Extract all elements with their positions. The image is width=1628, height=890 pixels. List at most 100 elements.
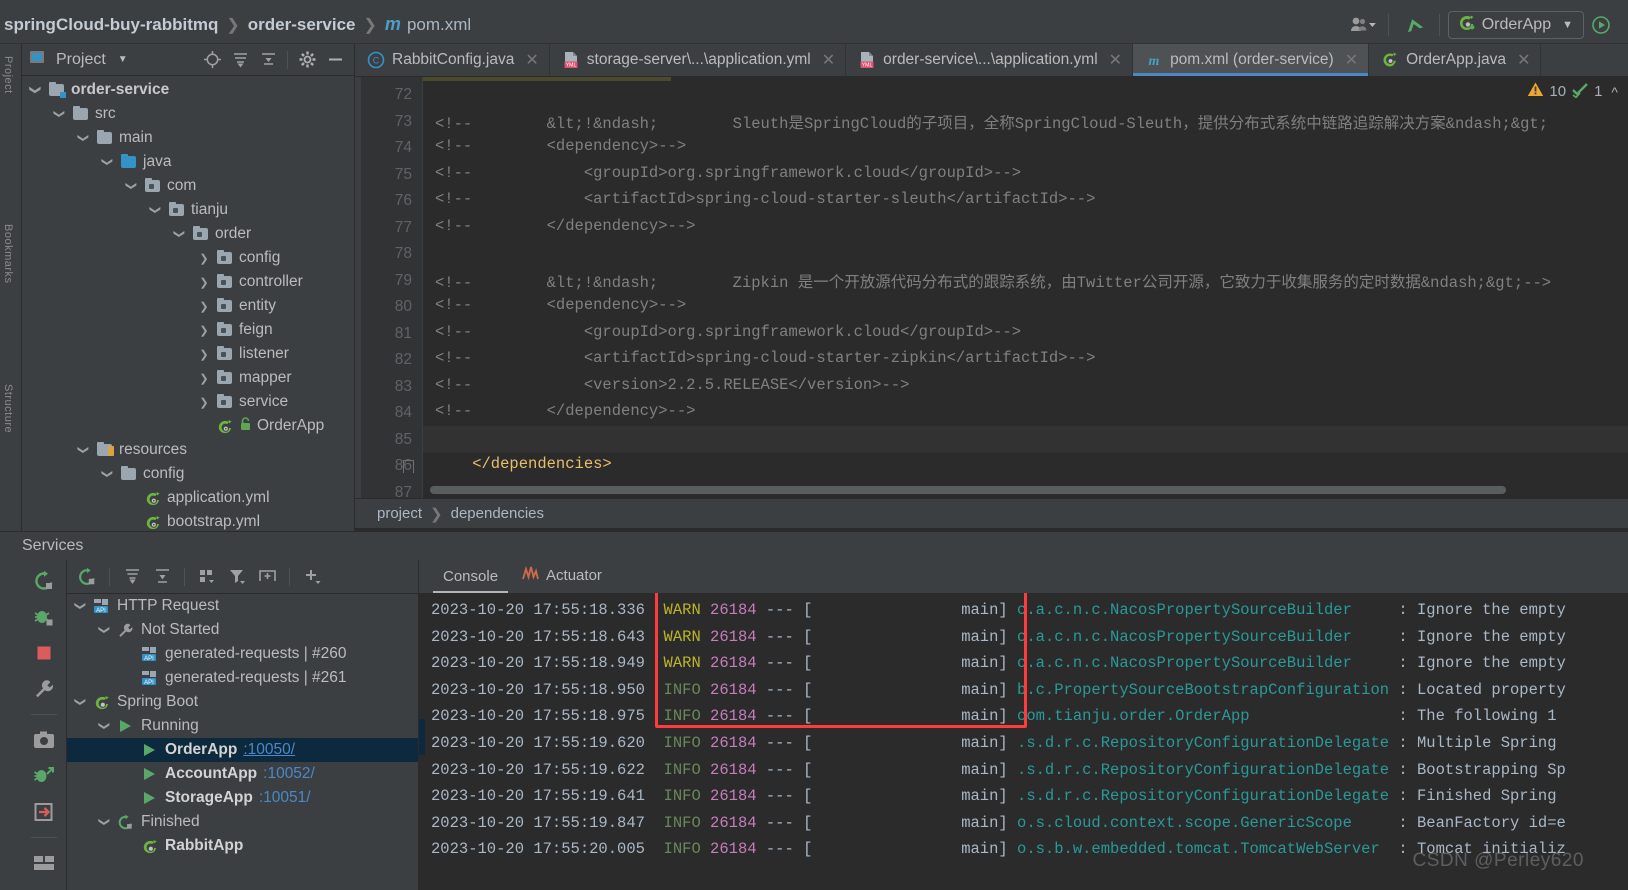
add-icon[interactable]	[298, 564, 326, 590]
tree-item-application-yml[interactable]: application.yml	[22, 486, 354, 510]
attach-debug-icon[interactable]	[29, 763, 59, 789]
services-tree[interactable]: ❯ API HTTP Request ❯ Not Started API generated…	[67, 594, 418, 858]
chevron-down-icon[interactable]: ❯	[97, 718, 113, 734]
tree-item-listener[interactable]: ❯ listener	[22, 342, 354, 366]
tree-item-java[interactable]: ❯ java	[22, 150, 354, 174]
code-fold-marker-icon[interactable]	[403, 460, 414, 473]
service-item-storageapp[interactable]: StorageApp:10051/	[67, 786, 418, 810]
editor-text-area[interactable]: 72 73 74 75 76 77 78 79 80 81 82 83 84 85 86 87 <!-- &l…	[355, 77, 1628, 498]
tree-item-bootstrap-yml[interactable]: bootstrap.yml	[22, 510, 354, 531]
tree-item-controller[interactable]: ❯ controller	[22, 270, 354, 294]
chevron-down-icon[interactable]: ❯	[124, 178, 140, 194]
service-port-link[interactable]: :10051/	[259, 789, 311, 807]
chevron-down-icon[interactable]: ❯	[148, 202, 164, 218]
run-button[interactable]	[1584, 11, 1618, 39]
editor-breadcrumb-item-project[interactable]: project	[377, 505, 422, 522]
run-configuration-selector[interactable]: OrderApp ▼	[1447, 10, 1584, 39]
service-item-rabbitapp[interactable]: RabbitApp	[67, 834, 418, 858]
breadcrumb-item-project[interactable]: springCloud-buy-rabbitmq	[4, 15, 218, 35]
service-item-not-started[interactable]: ❯ Not Started	[67, 618, 418, 642]
chevron-right-icon[interactable]: ❯	[196, 394, 212, 410]
camera-icon[interactable]	[29, 727, 59, 753]
editor-breadcrumb-item-dependencies[interactable]: dependencies	[451, 505, 544, 522]
console-tab-actuator[interactable]: Actuator	[512, 562, 612, 593]
chevron-down-icon[interactable]: ❯	[100, 466, 116, 482]
project-file-tree[interactable]: ❯ order-service ❯ src ❯ main ❯ java ❯ com ❯ tianju ❯…	[22, 76, 354, 531]
tree-item-order-service[interactable]: ❯ order-service	[22, 78, 354, 102]
check-update-icon[interactable]	[1397, 11, 1431, 39]
rail-label-structure[interactable]: Structure	[2, 384, 14, 433]
collapse-all-icon[interactable]	[148, 564, 176, 590]
editor-gutter[interactable]: 72 73 74 75 76 77 78 79 80 81 82 83 84 85 86 87	[355, 77, 423, 498]
rerun-icon[interactable]	[29, 568, 59, 594]
layout-icon[interactable]	[29, 850, 59, 876]
chevron-down-icon[interactable]: ❯	[28, 82, 44, 98]
tree-item-mapper[interactable]: ❯ mapper	[22, 366, 354, 390]
service-item-spring-boot[interactable]: ❯ Spring Boot	[67, 690, 418, 714]
chevron-up-icon[interactable]: ^	[1611, 84, 1618, 100]
chevron-right-icon[interactable]: ❯	[196, 346, 212, 362]
gear-icon[interactable]	[294, 47, 320, 73]
rail-label-project[interactable]: Project	[2, 56, 14, 94]
close-icon[interactable]: ✕	[1517, 50, 1530, 70]
locate-icon[interactable]	[199, 47, 225, 73]
chevron-down-icon[interactable]: ❯	[52, 106, 68, 122]
stop-icon[interactable]	[29, 640, 59, 666]
service-port-link[interactable]: :10050/	[243, 741, 295, 759]
service-item-finished[interactable]: ❯ Finished	[67, 810, 418, 834]
service-item-running[interactable]: ❯ Running	[67, 714, 418, 738]
chevron-down-icon[interactable]: ❯	[172, 226, 188, 242]
tree-item-feign[interactable]: ❯ feign	[22, 318, 354, 342]
chevron-down-icon[interactable]: ❯	[97, 622, 113, 638]
chevron-down-icon[interactable]: ❯	[76, 130, 92, 146]
editor-tab-rabbitconfig-java[interactable]: C RabbitConfig.java ✕	[355, 44, 550, 76]
add-tab-icon[interactable]	[253, 564, 281, 590]
tree-item-tianju[interactable]: ❯ tianju	[22, 198, 354, 222]
tree-item-src[interactable]: ❯ src	[22, 102, 354, 126]
chevron-right-icon[interactable]: ❯	[196, 322, 212, 338]
rail-label-bookmarks[interactable]: Bookmarks	[2, 224, 14, 284]
rerun-icon[interactable]	[73, 564, 101, 590]
service-item-accountapp[interactable]: AccountApp:10052/	[67, 762, 418, 786]
chevron-down-icon[interactable]: ▼	[118, 54, 128, 65]
close-icon[interactable]: ✕	[1109, 50, 1122, 70]
chevron-down-icon[interactable]: ▼	[1562, 19, 1573, 31]
tree-item-config[interactable]: ❯ config	[22, 462, 354, 486]
chevron-down-icon[interactable]: ❯	[97, 814, 113, 830]
tree-item-com[interactable]: ❯ com	[22, 174, 354, 198]
editor-tab-orderapp-java[interactable]: OrderApp.java ✕	[1369, 44, 1542, 76]
tree-item-resources[interactable]: ❯ resources	[22, 438, 354, 462]
editor-code[interactable]: <!-- &lt;!&ndash; Sleuth是SpringCloud的子项目…	[423, 77, 1628, 498]
tree-item-entity[interactable]: ❯ entity	[22, 294, 354, 318]
chevron-down-icon[interactable]: ❯	[73, 694, 89, 710]
group-by-icon[interactable]	[193, 564, 221, 590]
breadcrumb-item-file[interactable]: pom.xml	[407, 15, 471, 35]
console-tab-console[interactable]: Console	[433, 564, 508, 593]
editor-horizontal-scrollbar[interactable]	[430, 486, 1506, 494]
editor-tab-order-service-application-yml[interactable]: YML order-service\...\application.yml ✕	[846, 44, 1134, 76]
chevron-right-icon[interactable]: ❯	[196, 298, 212, 314]
close-icon[interactable]: ✕	[1345, 50, 1358, 70]
chevron-down-icon[interactable]: ❯	[100, 154, 116, 170]
tree-item-config[interactable]: ❯ config	[22, 246, 354, 270]
expand-all-icon[interactable]	[118, 564, 146, 590]
tree-item-main[interactable]: ❯ main	[22, 126, 354, 150]
service-item-http-request[interactable]: ❯ API HTTP Request	[67, 594, 418, 618]
tree-item-order[interactable]: ❯ order	[22, 222, 354, 246]
tree-item-service[interactable]: ❯ service	[22, 390, 354, 414]
chevron-down-icon[interactable]: ❯	[73, 598, 89, 614]
tree-item-orderapp[interactable]: OrderApp	[22, 414, 354, 438]
console-output[interactable]: 2023-10-20 17:55:18.336 WARN 26184 --- […	[419, 593, 1628, 890]
inspection-widget[interactable]: 10 1 ^	[1527, 81, 1618, 102]
collapse-all-icon[interactable]	[255, 47, 281, 73]
expand-all-icon[interactable]	[227, 47, 253, 73]
service-item-generated-requests-260[interactable]: API generated-requests | #260	[67, 642, 418, 666]
close-icon[interactable]: ✕	[822, 50, 835, 70]
breadcrumb-item-module[interactable]: order-service	[248, 15, 356, 35]
service-item-generated-requests-261[interactable]: API generated-requests | #261	[67, 666, 418, 690]
chevron-right-icon[interactable]: ❯	[196, 370, 212, 386]
debug-icon[interactable]	[29, 604, 59, 630]
user-avatar-icon[interactable]	[1346, 11, 1380, 39]
editor-tab-storage-server-application-yml[interactable]: YML storage-server\...\application.yml ✕	[550, 44, 847, 76]
wrench-icon[interactable]	[29, 676, 59, 702]
